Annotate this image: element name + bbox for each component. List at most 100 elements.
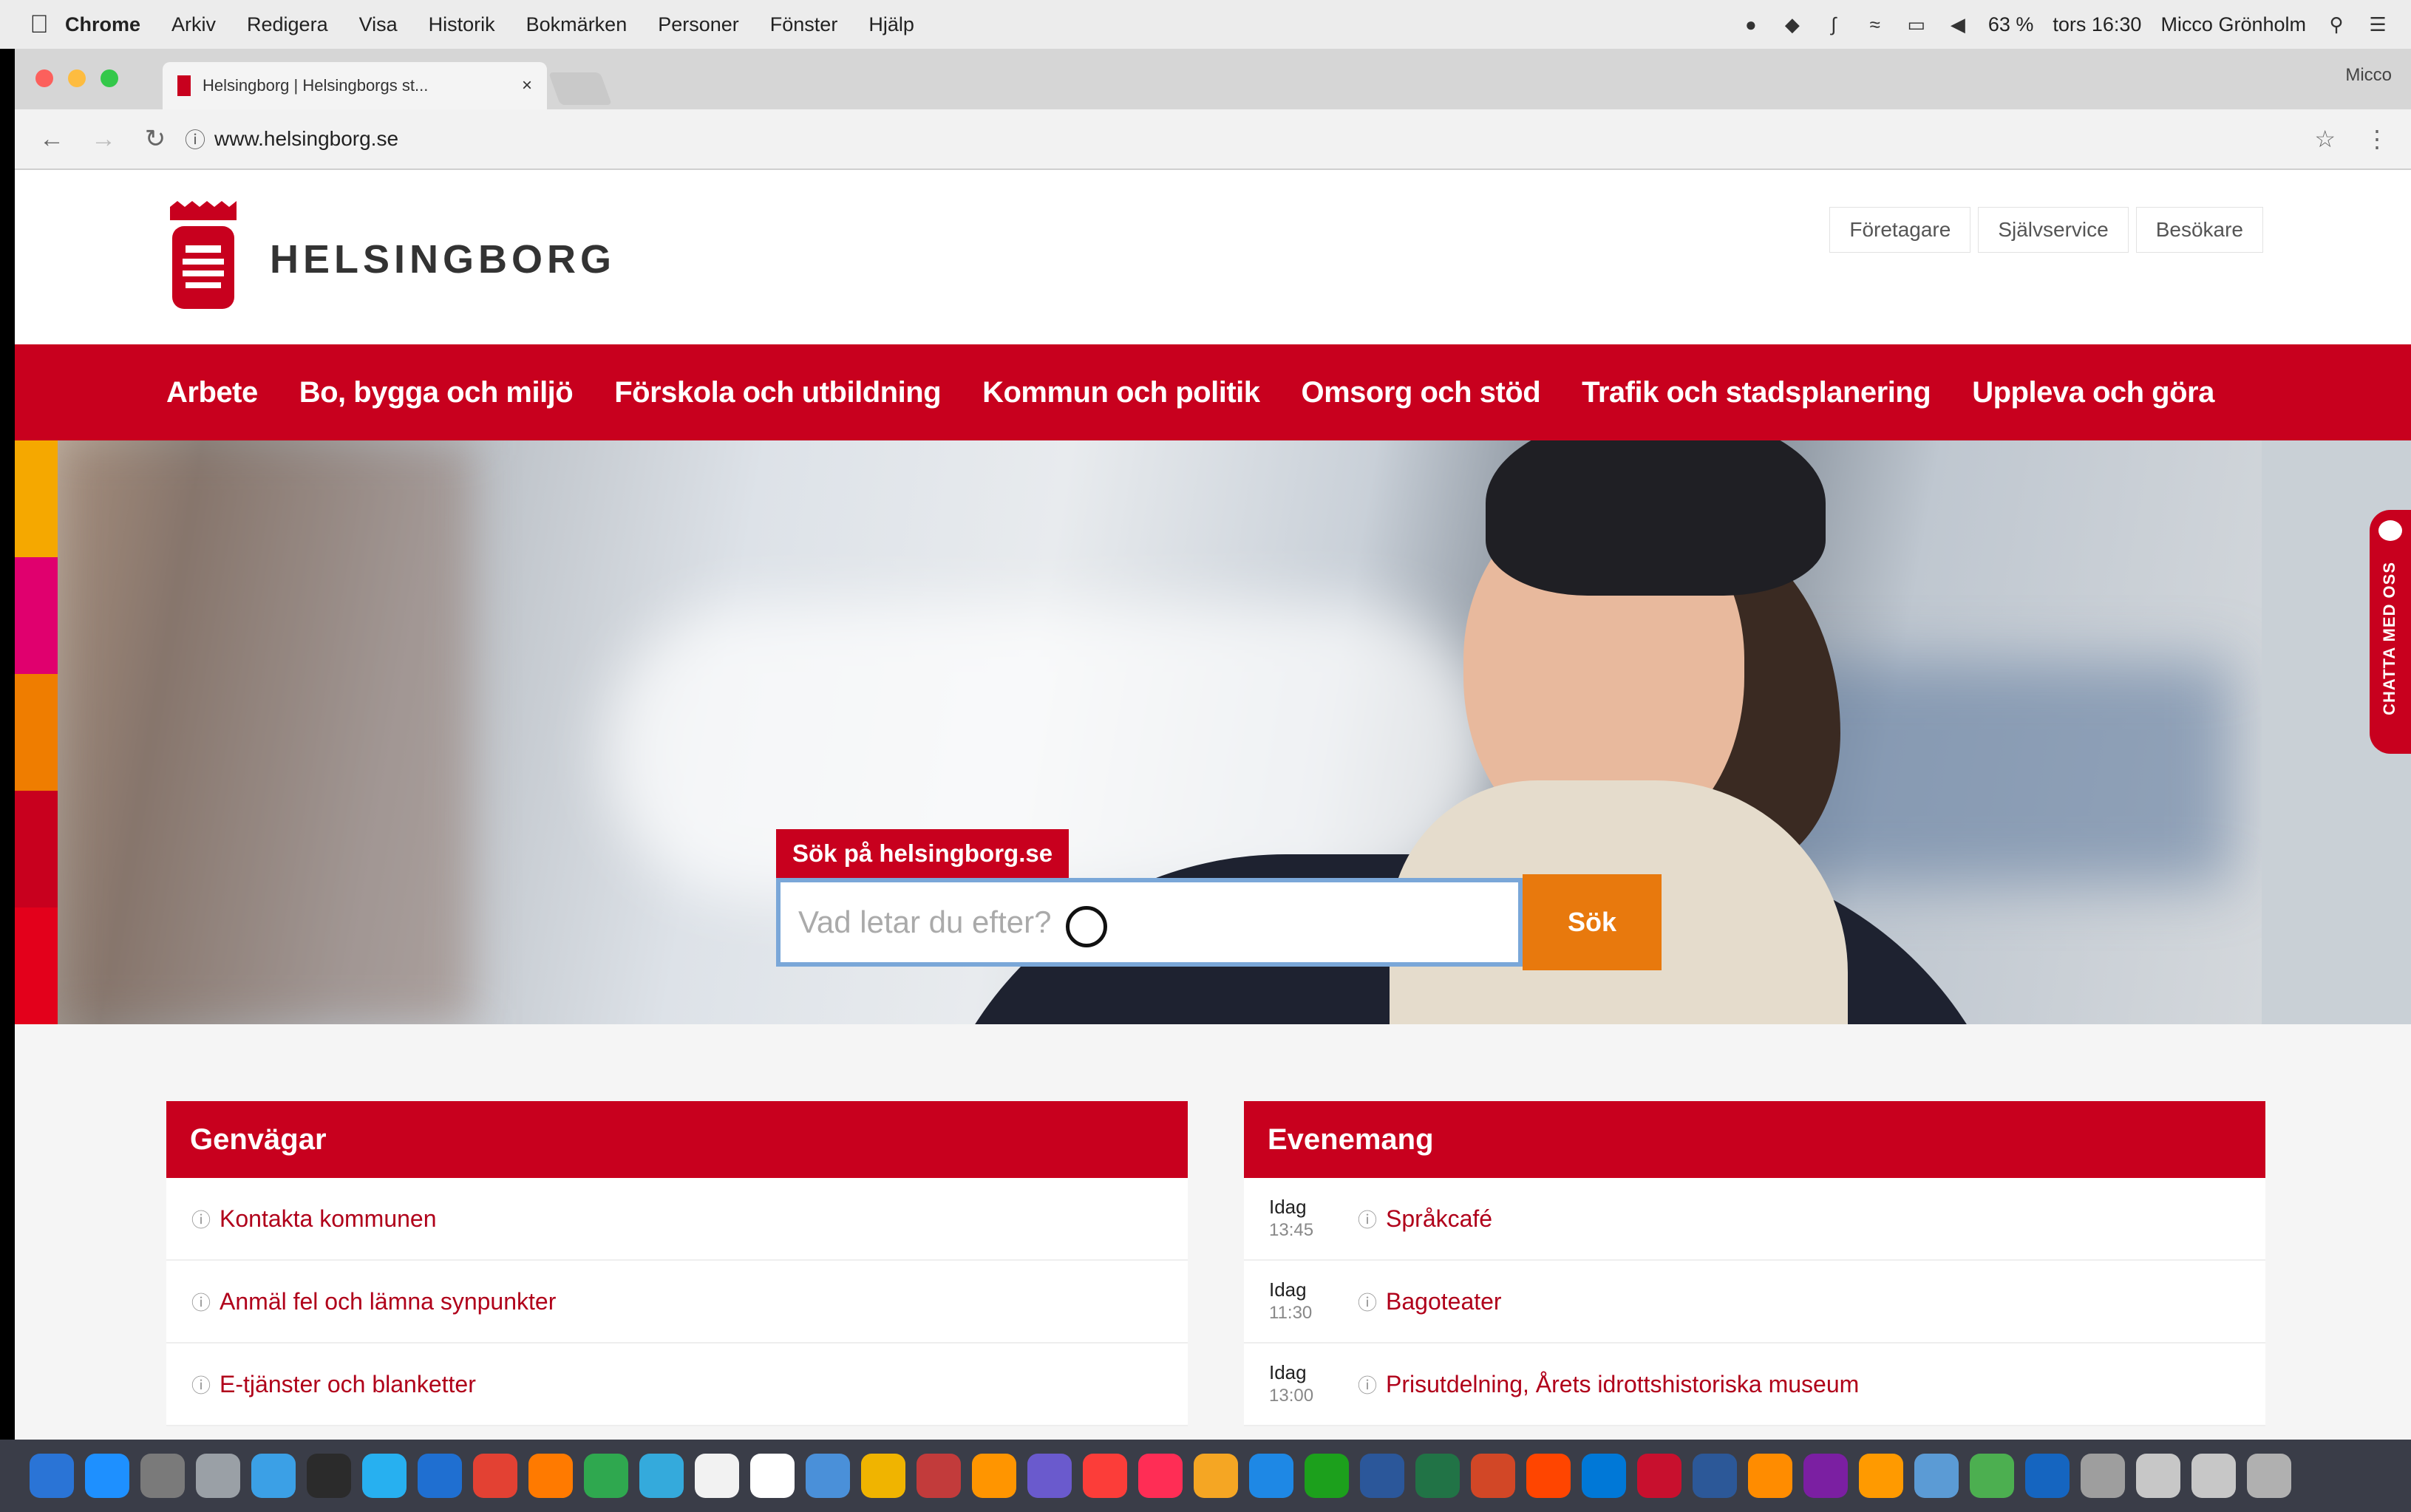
nav-item-bo-bygga[interactable]: Bo, bygga och miljö (299, 376, 574, 409)
dock-app-icon[interactable] (2136, 1454, 2180, 1498)
list-item[interactable]: ⓘ Kontakta kommunen (166, 1178, 1188, 1261)
close-window-icon[interactable] (35, 69, 53, 87)
search-input[interactable] (776, 878, 1523, 967)
event-row[interactable]: Idag 13:45 ⓘ Språkcafé (1244, 1178, 2265, 1261)
dock-app-icon[interactable] (972, 1454, 1016, 1498)
site-info-icon[interactable]: ⓘ (185, 124, 205, 154)
dock-app-icon[interactable] (584, 1454, 628, 1498)
dock-app-icon[interactable] (1526, 1454, 1571, 1498)
apple-menu-icon[interactable]:  (13, 10, 65, 39)
tab-close-icon[interactable]: × (522, 75, 532, 96)
shortcut-label[interactable]: Anmäl fel och lämna synpunkter (220, 1288, 556, 1315)
dock-app-icon[interactable] (473, 1454, 517, 1498)
menu-bokmarken[interactable]: Bokmärken (526, 13, 628, 36)
evernote-tray-icon[interactable]: ● (1740, 13, 1762, 35)
nav-item-forskola[interactable]: Förskola och utbildning (614, 376, 941, 409)
shortcut-label[interactable]: Kontakta kommunen (220, 1205, 437, 1233)
menu-fonster[interactable]: Fönster (770, 13, 838, 36)
dock-app-icon[interactable] (30, 1454, 74, 1498)
nav-item-kommun[interactable]: Kommun och politik (982, 376, 1260, 409)
dock-app-icon[interactable] (1083, 1454, 1127, 1498)
util-link-besokare[interactable]: Besökare (2135, 207, 2263, 253)
browser-tab[interactable]: Helsingborg | Helsingborgs st... × (163, 62, 547, 109)
nav-item-arbete[interactable]: Arbete (166, 376, 258, 409)
nav-item-omsorg[interactable]: Omsorg och stöd (1302, 376, 1541, 409)
list-item[interactable]: ⓘ E-tjänster och blanketter (166, 1344, 1188, 1426)
nav-item-uppleva[interactable]: Uppleva och göra (1972, 376, 2214, 409)
dock-app-icon[interactable] (1803, 1454, 1848, 1498)
reload-icon[interactable]: ↻ (140, 124, 170, 154)
battery-status[interactable]: 63 % (1988, 13, 2034, 36)
bookmark-star-icon[interactable]: ☆ (2314, 125, 2336, 153)
dock-app-icon[interactable] (917, 1454, 961, 1498)
dock-app-icon[interactable] (1471, 1454, 1515, 1498)
list-item[interactable]: ⓘ Anmäl fel och lämna synpunkter (166, 1261, 1188, 1344)
user-name[interactable]: Micco Grönholm (2160, 13, 2306, 36)
dock-app-icon[interactable] (307, 1454, 351, 1498)
dock-app-icon[interactable] (1693, 1454, 1737, 1498)
menu-arkiv[interactable]: Arkiv (171, 13, 216, 36)
menu-redigera[interactable]: Redigera (247, 13, 328, 36)
dock-app-icon[interactable] (695, 1454, 739, 1498)
dock-app-icon[interactable] (2081, 1454, 2125, 1498)
event-name[interactable]: Prisutdelning, Årets idrottshistoriska m… (1386, 1371, 1859, 1398)
volume-icon[interactable]: ◀ (1947, 13, 1969, 35)
bluetooth-icon[interactable]: ∫ (1823, 13, 1845, 35)
chat-tab[interactable]: CHATTA MED OSS (2370, 510, 2411, 754)
notification-center-icon[interactable]: ☰ (2367, 13, 2389, 35)
dock-app-icon[interactable] (2025, 1454, 2070, 1498)
dock-app-icon[interactable] (1748, 1454, 1792, 1498)
util-link-foretagare[interactable]: Företagare (1829, 207, 1971, 253)
dock-app-icon[interactable] (1360, 1454, 1404, 1498)
dock-app-icon[interactable] (1138, 1454, 1183, 1498)
dock-app-icon[interactable] (639, 1454, 684, 1498)
minimize-window-icon[interactable] (68, 69, 86, 87)
event-name[interactable]: Språkcafé (1386, 1205, 1492, 1233)
dock-app-icon[interactable] (1305, 1454, 1349, 1498)
dock-app-icon[interactable] (140, 1454, 185, 1498)
menu-historik[interactable]: Historik (429, 13, 495, 36)
dock-app-icon[interactable] (1859, 1454, 1903, 1498)
event-row[interactable]: Idag 11:30 ⓘ Bagoteater (1244, 1261, 2265, 1344)
url-text[interactable]: www.helsingborg.se (214, 127, 398, 151)
search-button[interactable]: Sök (1523, 874, 1662, 970)
menu-app-chrome[interactable]: Chrome (65, 13, 140, 36)
dock-app-icon[interactable] (1194, 1454, 1238, 1498)
dock-app-icon[interactable] (1027, 1454, 1072, 1498)
event-row[interactable]: Idag 13:00 ⓘ Prisutdelning, Årets idrottsh… (1244, 1344, 2265, 1426)
dock-app-icon[interactable] (1249, 1454, 1293, 1498)
brand-name[interactable]: HELSINGBORG (270, 236, 616, 282)
dock-app-icon[interactable] (251, 1454, 296, 1498)
dock-app-icon[interactable] (750, 1454, 795, 1498)
dock-app-icon[interactable] (1582, 1454, 1626, 1498)
dock-app-icon[interactable] (418, 1454, 462, 1498)
menu-hjalp[interactable]: Hjälp (868, 13, 914, 36)
dock-app-icon[interactable] (528, 1454, 573, 1498)
util-link-sjalvservice[interactable]: Självservice (1978, 207, 2129, 253)
dock-app-icon[interactable] (1914, 1454, 1959, 1498)
event-name[interactable]: Bagoteater (1386, 1288, 1502, 1315)
clock[interactable]: tors 16:30 (2053, 13, 2141, 36)
dock-app-icon[interactable] (806, 1454, 850, 1498)
chrome-menu-icon[interactable]: ⋮ (2365, 125, 2389, 153)
shortcut-label[interactable]: E-tjänster och blanketter (220, 1371, 476, 1398)
airplay-icon[interactable]: ▭ (1905, 13, 1928, 35)
maximize-window-icon[interactable] (101, 69, 118, 87)
wifi-icon[interactable]: ≈ (1864, 13, 1886, 35)
dock-app-icon[interactable] (1637, 1454, 1681, 1498)
menu-visa[interactable]: Visa (359, 13, 398, 36)
dock-app-icon[interactable] (362, 1454, 407, 1498)
dock-app-icon[interactable] (1970, 1454, 2014, 1498)
address-bar[interactable]: ⓘ www.helsingborg.se (185, 124, 398, 154)
dock-app-icon[interactable] (85, 1454, 129, 1498)
dock-app-icon[interactable] (2191, 1454, 2236, 1498)
forward-icon[interactable]: → (89, 125, 118, 154)
dock-app-icon[interactable] (2247, 1454, 2291, 1498)
dock-app-icon[interactable] (196, 1454, 240, 1498)
shield-tray-icon[interactable]: ◆ (1781, 13, 1803, 35)
menu-personer[interactable]: Personer (658, 13, 739, 36)
dock-app-icon[interactable] (1415, 1454, 1460, 1498)
new-tab-button[interactable] (548, 72, 613, 105)
profile-button[interactable]: Micco (2345, 65, 2392, 86)
nav-item-trafik[interactable]: Trafik och stadsplanering (1582, 376, 1931, 409)
